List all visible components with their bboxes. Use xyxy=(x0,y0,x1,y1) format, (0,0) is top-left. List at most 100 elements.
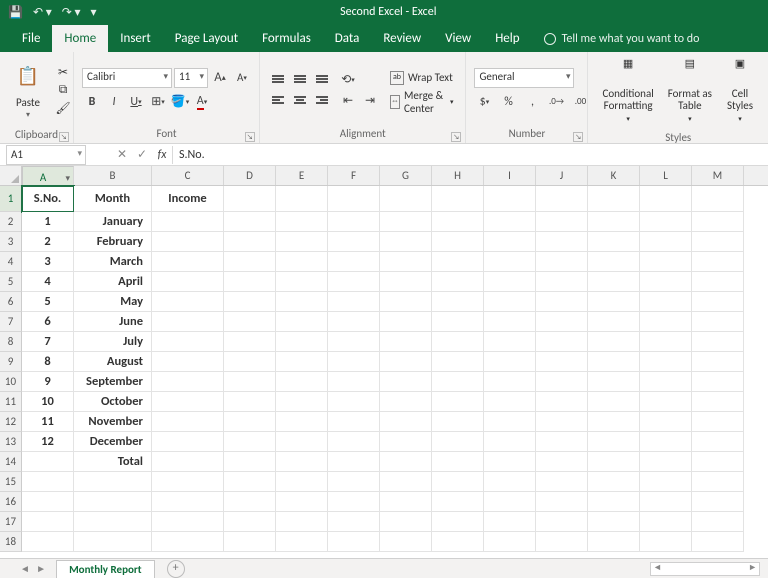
cell[interactable] xyxy=(640,512,692,532)
cell[interactable] xyxy=(224,472,276,492)
column-header[interactable]: L xyxy=(640,166,692,185)
cell[interactable]: February xyxy=(74,232,152,252)
cell[interactable] xyxy=(328,492,380,512)
cell[interactable] xyxy=(692,532,744,552)
paste-button[interactable]: 📋 Paste ▾ xyxy=(8,56,48,124)
cell[interactable] xyxy=(588,252,640,272)
cell[interactable] xyxy=(640,352,692,372)
cell[interactable] xyxy=(224,452,276,472)
align-middle-icon[interactable] xyxy=(290,70,310,88)
tab-review[interactable]: Review xyxy=(371,25,433,52)
align-bottom-icon[interactable] xyxy=(312,70,332,88)
cell[interactable] xyxy=(224,512,276,532)
tell-me[interactable]: Tell me what you want to do xyxy=(532,26,712,52)
cell[interactable] xyxy=(224,492,276,512)
cell[interactable]: June xyxy=(74,312,152,332)
cell[interactable] xyxy=(328,452,380,472)
cell[interactable] xyxy=(640,392,692,412)
number-launcher[interactable]: ↘ xyxy=(573,132,583,142)
cell[interactable] xyxy=(588,392,640,412)
cell[interactable] xyxy=(328,232,380,252)
row-header[interactable]: 16 xyxy=(0,492,22,512)
row-header[interactable]: 10 xyxy=(0,372,22,392)
column-header[interactable]: K xyxy=(588,166,640,185)
sheet-nav-icons[interactable]: ◄ ► xyxy=(20,562,48,575)
cell[interactable] xyxy=(152,332,224,352)
italic-button[interactable]: I xyxy=(104,92,124,112)
row-header[interactable]: 13 xyxy=(0,432,22,452)
font-launcher[interactable]: ↘ xyxy=(245,132,255,142)
cell[interactable] xyxy=(380,392,432,412)
row-header[interactable]: 8 xyxy=(0,332,22,352)
cell[interactable] xyxy=(152,472,224,492)
cell[interactable] xyxy=(152,312,224,332)
cell[interactable] xyxy=(276,412,328,432)
cell[interactable] xyxy=(692,212,744,232)
row-header[interactable]: 6 xyxy=(0,292,22,312)
row-header[interactable]: 1 xyxy=(0,186,22,212)
align-center-icon[interactable] xyxy=(290,91,310,109)
cell[interactable]: January xyxy=(74,212,152,232)
cell[interactable] xyxy=(640,492,692,512)
cell[interactable] xyxy=(536,512,588,532)
cell[interactable] xyxy=(432,432,484,452)
cell[interactable] xyxy=(380,212,432,232)
cell[interactable]: 8 xyxy=(22,352,74,372)
cell[interactable] xyxy=(692,232,744,252)
cell[interactable] xyxy=(640,252,692,272)
cell[interactable] xyxy=(692,512,744,532)
cell[interactable] xyxy=(640,312,692,332)
new-sheet-button[interactable]: + xyxy=(167,560,185,578)
cell[interactable] xyxy=(380,512,432,532)
cell[interactable] xyxy=(276,372,328,392)
merge-center-button[interactable]: ⇔ Merge & Center ▾ xyxy=(386,93,457,111)
cell[interactable] xyxy=(588,472,640,492)
cell[interactable] xyxy=(432,212,484,232)
cell[interactable]: 1 xyxy=(22,212,74,232)
increase-font-icon[interactable]: A▴ xyxy=(210,68,230,88)
cell[interactable] xyxy=(328,532,380,552)
cell[interactable] xyxy=(484,332,536,352)
cell[interactable] xyxy=(152,492,224,512)
alignment-launcher[interactable]: ↘ xyxy=(451,132,461,142)
cell[interactable] xyxy=(432,392,484,412)
cell[interactable] xyxy=(328,352,380,372)
cell[interactable]: November xyxy=(74,412,152,432)
cell[interactable] xyxy=(276,232,328,252)
font-size-select[interactable]: 11 xyxy=(174,68,208,88)
select-all-corner[interactable] xyxy=(0,166,22,186)
cell[interactable] xyxy=(484,492,536,512)
cell[interactable] xyxy=(152,352,224,372)
format-as-table-button[interactable]: ▤ Format as Table▾ xyxy=(662,56,718,127)
row-header[interactable]: 11 xyxy=(0,392,22,412)
cell[interactable] xyxy=(276,186,328,212)
cell[interactable] xyxy=(692,186,744,212)
cell[interactable] xyxy=(328,372,380,392)
cell[interactable] xyxy=(152,532,224,552)
cell[interactable] xyxy=(484,186,536,212)
cell[interactable]: July xyxy=(74,332,152,352)
cell[interactable] xyxy=(224,332,276,352)
name-box[interactable]: A1 xyxy=(6,145,86,165)
sheet-tab-active[interactable]: Monthly Report xyxy=(56,560,155,578)
cell[interactable] xyxy=(432,232,484,252)
cell[interactable]: March xyxy=(74,252,152,272)
cell[interactable] xyxy=(536,492,588,512)
column-header[interactable]: M xyxy=(692,166,744,185)
cell[interactable] xyxy=(224,212,276,232)
cell[interactable] xyxy=(588,272,640,292)
cell[interactable] xyxy=(224,272,276,292)
increase-indent-icon[interactable]: ⇥ xyxy=(360,91,380,109)
column-header[interactable]: I xyxy=(484,166,536,185)
cell[interactable] xyxy=(588,452,640,472)
cell[interactable] xyxy=(432,272,484,292)
cell[interactable] xyxy=(432,452,484,472)
cell[interactable] xyxy=(588,292,640,312)
cell[interactable]: 4 xyxy=(22,272,74,292)
formula-bar[interactable]: S.No. xyxy=(172,146,768,164)
cell[interactable] xyxy=(276,332,328,352)
cell[interactable] xyxy=(432,332,484,352)
fx-icon[interactable]: fx xyxy=(152,148,172,162)
wrap-text-button[interactable]: ab Wrap Text xyxy=(386,69,457,87)
cell[interactable] xyxy=(536,432,588,452)
